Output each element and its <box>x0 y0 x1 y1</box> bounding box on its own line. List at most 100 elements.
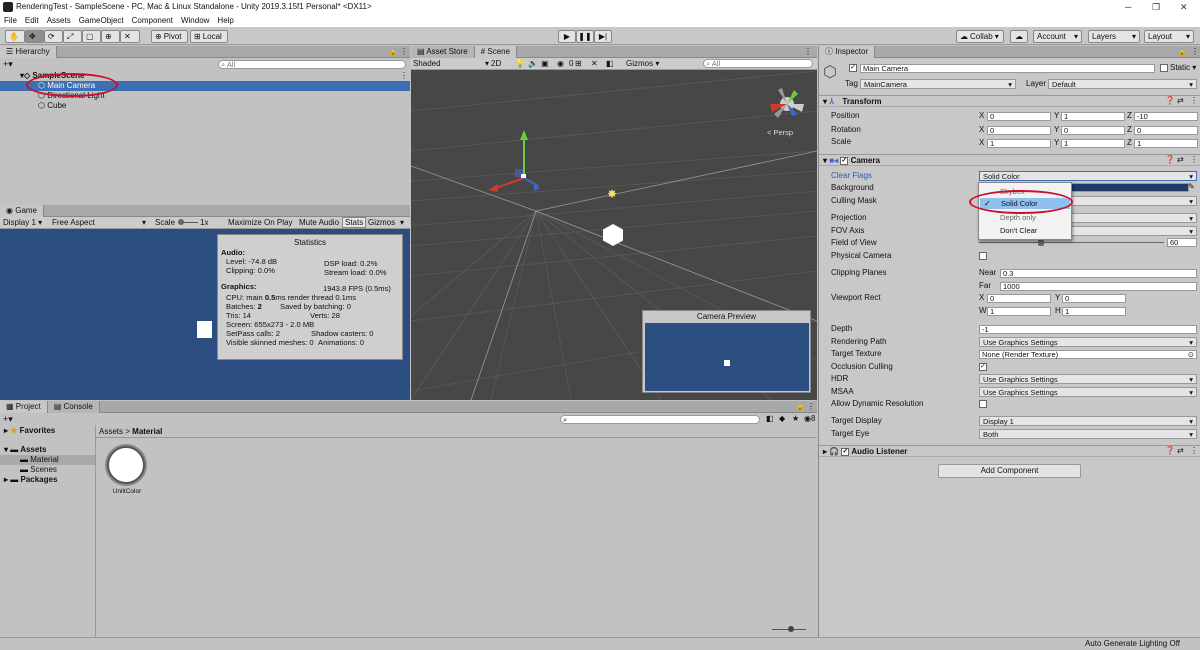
perspective-label[interactable]: < Persp <box>767 128 793 137</box>
collab-button[interactable]: ☁ Collab ▾ <box>956 30 1004 43</box>
transform-tool-icon[interactable]: ⊕ <box>101 30 120 43</box>
unlit-color-material-thumbnail[interactable] <box>107 446 145 484</box>
fov-value-field[interactable]: 60 <box>1167 238 1197 247</box>
menu-edit[interactable]: Edit <box>25 16 39 25</box>
rotation-y-field[interactable]: 0 <box>1061 126 1125 135</box>
scene-menu-icon[interactable]: ⋮ <box>400 71 408 80</box>
dynamic-resolution-checkbox[interactable] <box>979 400 987 408</box>
scene-gizmos-button[interactable]: Gizmos ▾ <box>626 59 659 69</box>
display-dropdown[interactable]: Display 1 ▾ <box>3 218 42 228</box>
custom-tool-icon[interactable]: ✕ <box>120 30 140 43</box>
tab-project[interactable]: ▦ Project <box>0 401 48 413</box>
play-button[interactable]: ▶ <box>558 30 576 43</box>
viewport-w-field[interactable]: 1 <box>987 307 1051 316</box>
help-icon[interactable]: ❓ <box>1165 96 1175 105</box>
menu-gameobject[interactable]: GameObject <box>79 16 124 25</box>
layer-dropdown[interactable]: Default ▾ <box>1048 79 1197 89</box>
menu-assets[interactable]: Assets <box>47 16 71 25</box>
fov-slider-handle[interactable] <box>1038 239 1044 246</box>
pivot-button[interactable]: ⊕ Pivot <box>151 30 188 43</box>
cloud-icon[interactable]: ☁ <box>1010 30 1028 43</box>
far-field[interactable]: 1000 <box>1000 282 1197 291</box>
scale-slider-handle[interactable] <box>178 219 184 225</box>
lighting-icon[interactable]: 💡 <box>515 59 525 69</box>
occlusion-culling-checkbox[interactable]: ✓ <box>979 363 987 371</box>
position-y-field[interactable]: 1 <box>1061 112 1125 121</box>
hierarchy-item-cube[interactable]: ⬡ Cube <box>38 101 66 111</box>
icon-size-slider-handle[interactable] <box>788 626 794 632</box>
packages-folder[interactable]: ▸ ▬ Packages <box>4 475 57 485</box>
scale-x-field[interactable]: 1 <box>987 139 1051 148</box>
viewport-y-field[interactable]: 0 <box>1062 294 1126 303</box>
scenes-folder[interactable]: ▬ Scenes <box>20 465 57 475</box>
favorites-folder[interactable]: ▸ ★ Favorites <box>4 426 55 436</box>
maximize-icon[interactable]: ❐ <box>1152 0 1160 14</box>
local-button[interactable]: ⊞ Local <box>190 30 228 43</box>
scene-search-input[interactable]: ⌕ All <box>703 59 813 68</box>
camera-header[interactable]: ▾ ■◂ ✓ Camera <box>819 154 1200 166</box>
orientation-gizmo[interactable] <box>766 82 812 126</box>
filter-label-icon[interactable]: ◆ <box>779 414 785 423</box>
create-plus-icon[interactable]: +▾ <box>3 414 13 425</box>
tab-game[interactable]: ◉ Game <box>0 205 45 217</box>
menu-component[interactable]: Component <box>132 16 173 25</box>
assets-folder[interactable]: ▾ ▬ Assets <box>4 445 46 455</box>
active-checkbox[interactable]: ✓ <box>849 64 857 72</box>
object-picker-icon[interactable]: ⊙ <box>1188 351 1194 359</box>
option-dont-clear[interactable]: Don't Clear <box>1000 226 1037 235</box>
component-menu-icon[interactable]: ⋮ <box>1190 446 1198 455</box>
menu-window[interactable]: Window <box>181 16 209 25</box>
viewport-h-field[interactable]: 1 <box>1062 307 1126 316</box>
static-label[interactable]: Static ▾ <box>1170 63 1196 73</box>
material-folder[interactable]: ▬ Material <box>0 455 95 465</box>
lock-icon[interactable]: 🔒 <box>1177 47 1187 56</box>
project-search-input[interactable]: ⌕ <box>560 415 760 424</box>
option-depth-only[interactable]: Depth only <box>1000 213 1036 222</box>
2d-toggle[interactable]: 2D <box>491 59 501 69</box>
hidden-packages-count[interactable]: ◉8 <box>804 414 815 424</box>
pause-button[interactable]: ❚❚ <box>576 30 594 43</box>
rotation-x-field[interactable]: 0 <box>987 126 1051 135</box>
target-display-dropdown[interactable]: Display 1 ▾ <box>979 416 1197 426</box>
lock-icon[interactable]: 🔒 <box>388 47 398 56</box>
target-texture-field[interactable]: None (Render Texture) ⊙ <box>979 350 1197 359</box>
favorite-star-icon[interactable]: ★ <box>792 414 799 423</box>
camera-icon[interactable]: ◧ <box>606 59 614 69</box>
mute-audio-button[interactable]: Mute Audio <box>299 218 339 228</box>
tag-dropdown[interactable]: MainCamera ▾ <box>860 79 1016 89</box>
audio-icon[interactable]: 🔊 <box>528 59 538 69</box>
aspect-dropdown[interactable]: Free Aspect <box>52 218 148 228</box>
tab-asset-store[interactable]: ▤ Asset Store <box>411 46 475 58</box>
component-menu-icon[interactable]: ⋮ <box>1190 155 1198 164</box>
msaa-dropdown[interactable]: Use Graphics Settings ▾ <box>979 387 1197 397</box>
hierarchy-search-input[interactable]: ⌕ All <box>218 60 406 69</box>
effects-icon[interactable]: ▣ <box>541 59 549 69</box>
add-component-button[interactable]: Add Component <box>938 464 1081 478</box>
panel-menu-icon[interactable]: ⋮ <box>400 47 408 56</box>
stats-button[interactable]: Stats <box>342 217 367 228</box>
layers-button[interactable]: Layers ▾ <box>1088 30 1140 43</box>
filter-type-icon[interactable]: ◧ <box>766 414 774 423</box>
object-name-field[interactable]: Main Camera <box>860 64 1155 73</box>
move-gizmo[interactable] <box>488 130 542 196</box>
clear-flags-dropdown[interactable]: Solid Color ▾ <box>979 171 1197 181</box>
scale-tool-icon[interactable]: ⤢ <box>63 30 82 43</box>
tab-hierarchy[interactable]: ☰ Hierarchy <box>0 46 57 58</box>
scale-z-field[interactable]: 1 <box>1134 139 1198 148</box>
lock-icon[interactable]: 🔒 <box>795 402 805 411</box>
move-tool-icon[interactable]: ✥ <box>25 30 44 43</box>
close-icon[interactable]: ✕ <box>1180 0 1188 14</box>
layers-icon[interactable]: ⊞ <box>575 59 582 69</box>
fov-slider-track[interactable] <box>979 242 1164 243</box>
rect-tool-icon[interactable]: ▢ <box>82 30 101 43</box>
panel-menu-icon[interactable]: ⋮ <box>1191 47 1199 56</box>
light-icon[interactable]: ✸ <box>607 187 617 201</box>
visibility-icon[interactable]: ◉ <box>557 59 564 69</box>
layout-button[interactable]: Layout ▾ <box>1144 30 1194 43</box>
tools-icon[interactable]: ✕ <box>591 59 598 69</box>
tab-inspector[interactable]: ⓘ Inspector <box>819 46 876 58</box>
help-icon[interactable]: ❓ <box>1165 155 1175 164</box>
transform-header[interactable]: ▾ ⅄ Transform <box>819 95 1200 107</box>
gizmos-button[interactable]: Gizmos <box>368 218 395 228</box>
tab-console[interactable]: ▤ Console <box>47 401 100 413</box>
